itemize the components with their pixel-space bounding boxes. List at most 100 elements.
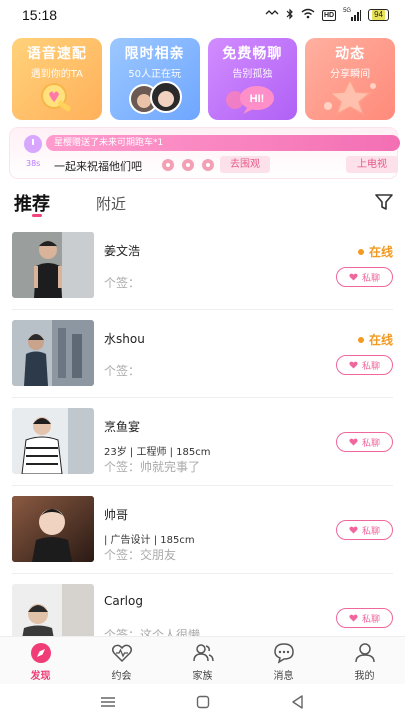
- user-row[interactable]: 帅哥 | 广告设计 | 185cm 个签：交朋友 私聊: [0, 486, 405, 574]
- free-chat-card[interactable]: 免费畅聊 告别孤独 HI!: [207, 38, 298, 120]
- chat-bubble-icon: HI!: [226, 86, 275, 114]
- private-chat-button[interactable]: 私聊: [336, 267, 393, 287]
- user-row[interactable]: 水shou 个签： 在线 私聊: [0, 310, 405, 398]
- chat-label: 私聊: [361, 526, 380, 537]
- nfc-icon: [265, 9, 279, 22]
- nav-profile[interactable]: 我的: [324, 637, 405, 684]
- tab-nearby[interactable]: 附近: [96, 193, 126, 214]
- user-signature: 个签：: [104, 364, 141, 378]
- private-chat-button[interactable]: 私聊: [336, 608, 393, 628]
- moments-card[interactable]: 动态 分享瞬间: [305, 38, 395, 120]
- user-name: Carlog: [104, 594, 143, 608]
- on-tv-button[interactable]: 上电视: [346, 156, 398, 173]
- card-title: 动态: [335, 46, 366, 62]
- user-info: | 广告设计 | 185cm: [104, 535, 195, 546]
- battery-icon: 94: [368, 9, 389, 21]
- profile-icon: [354, 643, 375, 663]
- user-row[interactable]: 烹鱼宴 23岁 | 工程师 | 185cm 个签：帅就完事了 私聊: [0, 398, 405, 486]
- user-photo[interactable]: [12, 320, 94, 386]
- menu-icon[interactable]: [100, 694, 116, 710]
- card-title: 限时相亲: [124, 46, 185, 62]
- online-status: 在线: [357, 331, 393, 348]
- nav-label: 发现: [30, 671, 51, 682]
- feature-cards: 语音速配 遇到你的TA 限时相亲 50人正在玩 免费畅聊 告别孤独 HI! 动态…: [12, 38, 395, 120]
- user-name: 水shou: [104, 332, 145, 346]
- notice-message: 一起来祝福他们吧: [54, 160, 142, 173]
- chat-label: 私聊: [361, 273, 380, 284]
- gift-marquee: 星樱赠送了未来可期跑车*1: [46, 135, 400, 151]
- filter-icon[interactable]: [374, 192, 394, 212]
- card-subtitle: 50人正在玩: [128, 69, 181, 80]
- user-signature: 个签：帅就完事了: [104, 460, 201, 474]
- user-photo[interactable]: [12, 408, 94, 474]
- online-label: 在线: [368, 333, 393, 347]
- bluetooth-icon: [286, 8, 294, 23]
- watch-button[interactable]: 去围观: [220, 156, 270, 173]
- user-photo[interactable]: [12, 232, 94, 298]
- message-icon: [273, 643, 294, 664]
- status-bar: 15:18 HD 5G 94: [0, 0, 405, 30]
- fireworks-icon: [160, 157, 218, 176]
- user-signature: 个签：: [104, 276, 141, 290]
- private-chat-button[interactable]: 私聊: [336, 432, 393, 452]
- user-name: 姜文浩: [104, 244, 141, 258]
- back-icon[interactable]: [290, 694, 306, 710]
- network-type-label: 5G: [343, 7, 352, 14]
- heart-icon: [349, 273, 358, 281]
- couple-avatars-icon: [128, 81, 182, 114]
- user-photo[interactable]: [12, 496, 94, 562]
- nav-family[interactable]: 家族: [162, 637, 243, 684]
- chat-label: 私聊: [361, 361, 380, 372]
- nav-label: 约会: [111, 671, 132, 682]
- user-list: 姜文浩 个签： 在线 私聊 水shou 个签： 在线 私聊 烹鱼宴 23岁 | …: [0, 222, 405, 636]
- signal-icon: 5G: [343, 7, 362, 21]
- online-status: 在线: [357, 243, 393, 260]
- countdown-timer: 38s: [26, 159, 41, 168]
- gift-notice-banner: 星樱赠送了未来可期跑车*1 38s 一起来祝福他们吧 去围观 上电视: [10, 128, 400, 178]
- nav-discover[interactable]: 发现: [0, 637, 81, 684]
- private-chat-button[interactable]: 私聊: [336, 355, 393, 375]
- private-chat-button[interactable]: 私聊: [336, 520, 393, 540]
- home-icon[interactable]: [195, 694, 211, 710]
- heart-icon: [349, 438, 358, 446]
- heart-icon: [349, 361, 358, 369]
- heart-icon: [349, 526, 358, 534]
- blind-date-card[interactable]: 限时相亲 50人正在玩: [109, 38, 200, 120]
- status-icons: HD 5G 94: [265, 8, 389, 23]
- user-row[interactable]: Carlog 个签：这个人很懒 私聊: [0, 574, 405, 636]
- star-icon: [324, 78, 377, 116]
- clock-icon: [24, 135, 42, 153]
- online-dot-icon: [357, 336, 364, 343]
- heart-icon: [349, 614, 358, 622]
- date-heart-icon: [111, 644, 132, 663]
- list-tabs: 推荐 附近: [14, 190, 394, 218]
- user-name: 烹鱼宴: [104, 420, 141, 434]
- card-subtitle: 遇到你的TA: [30, 69, 83, 80]
- user-signature: 个签：交朋友: [104, 548, 177, 562]
- hd-badge: HD: [321, 9, 337, 21]
- user-signature: 个签：这个人很懒: [104, 628, 201, 636]
- hi-text: HI!: [250, 93, 265, 105]
- voice-match-card[interactable]: 语音速配 遇到你的TA: [12, 38, 102, 120]
- user-row[interactable]: 姜文浩 个签： 在线 私聊: [0, 222, 405, 310]
- family-icon: [192, 644, 214, 662]
- card-title: 免费畅聊: [222, 46, 283, 62]
- user-name: 帅哥: [104, 508, 129, 522]
- nav-messages[interactable]: 消息: [243, 637, 324, 684]
- nav-label: 我的: [354, 671, 375, 682]
- card-subtitle: 告别孤独: [232, 69, 273, 80]
- online-label: 在线: [368, 245, 393, 259]
- tab-recommend[interactable]: 推荐: [14, 190, 50, 216]
- nav-label: 家族: [192, 671, 213, 682]
- card-title: 语音速配: [26, 46, 87, 62]
- nav-date[interactable]: 约会: [81, 637, 162, 684]
- chat-label: 私聊: [361, 438, 380, 449]
- tab-indicator: [32, 214, 42, 217]
- wifi-icon: [301, 8, 315, 22]
- user-info: 23岁 | 工程师 | 185cm: [104, 447, 211, 458]
- user-photo[interactable]: [12, 584, 94, 636]
- status-time: 15:18: [22, 7, 58, 23]
- bottom-nav: 发现 约会 家族 消息 我的: [0, 636, 405, 684]
- system-nav-bar: [0, 684, 405, 720]
- heart-key-icon: [40, 83, 71, 112]
